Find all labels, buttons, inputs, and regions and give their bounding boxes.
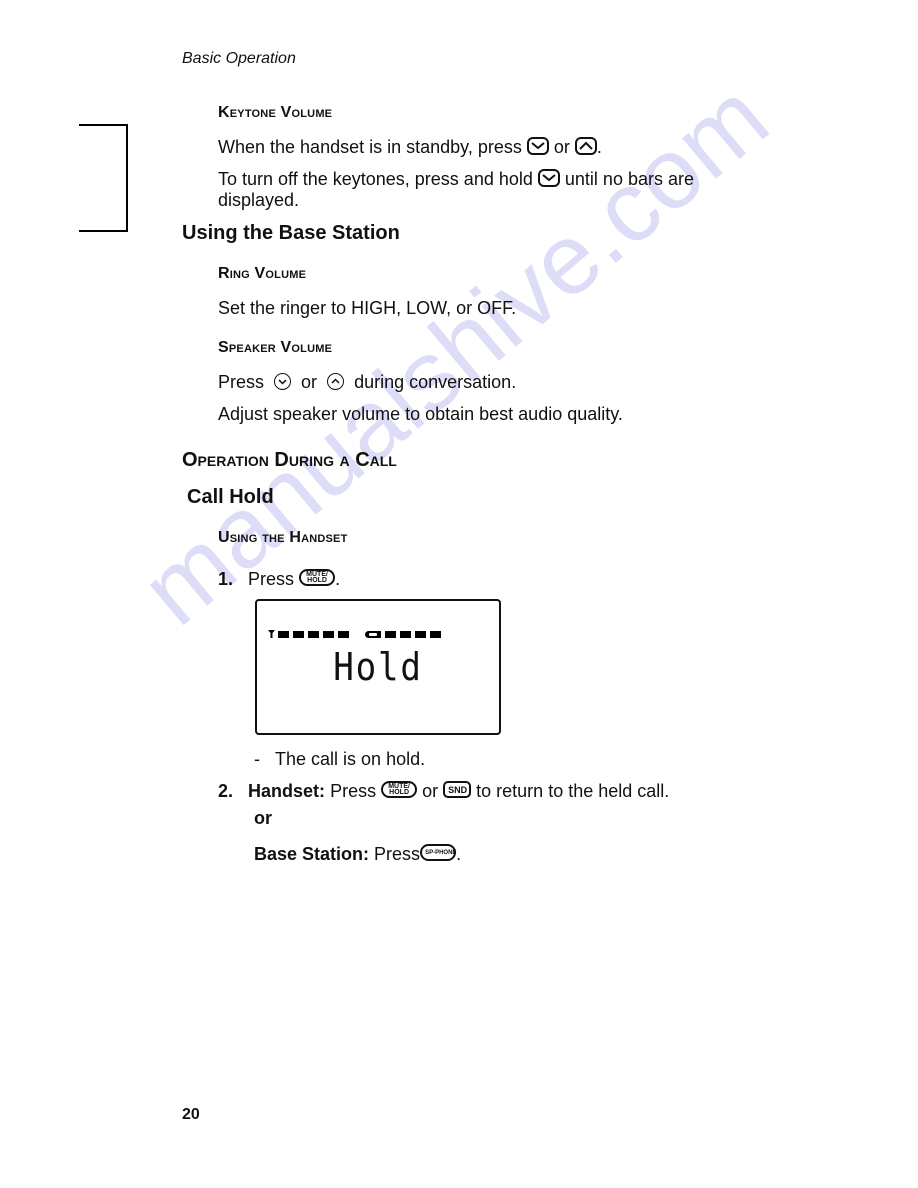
step-1: 1. Press MUTE/ HOLD .: [218, 568, 340, 590]
battery-bar: [415, 630, 426, 638]
speaker-or: or: [301, 372, 318, 392]
call-hold-heading: Call Hold: [187, 486, 274, 508]
battery-icon: [365, 630, 381, 638]
base-station-step: Base Station: Press SP-PHONE.: [254, 843, 461, 865]
step-2-press: Press: [330, 781, 377, 801]
battery-level-bars: [385, 630, 445, 638]
signal-bar: [308, 630, 319, 638]
battery-bar: [430, 630, 441, 638]
battery-bar: [385, 630, 396, 638]
round-up-key-icon: [327, 372, 345, 390]
mute-key-bottom-label: HOLD: [389, 789, 410, 797]
keytone-volume-heading: Keytone Volume: [218, 104, 333, 121]
down-arrow-key-icon: [537, 169, 560, 188]
signal-bar: [323, 630, 334, 638]
down-arrow-key-icon: [526, 137, 549, 156]
using-handset-heading: Using the Handset: [218, 529, 348, 546]
note-call-on-hold: - The call is on hold.: [254, 748, 425, 770]
keytone-period: .: [596, 137, 602, 157]
round-down-key-icon: [274, 372, 292, 390]
up-arrow-key-icon: [574, 137, 597, 156]
base-station-press: Press: [374, 844, 421, 864]
ring-volume-text: Set the ringer to HIGH, LOW, or OFF.: [218, 298, 517, 318]
mute-key-bottom-label: HOLD: [307, 577, 327, 585]
step-2-end: to return to the held call.: [476, 781, 670, 801]
mute-hold-key-icon: MUTE/ HOLD: [381, 781, 418, 799]
step-1-number: 1.: [218, 569, 234, 589]
running-head: Basic Operation: [182, 50, 296, 67]
base-station-heading: Using the Base Station: [182, 222, 400, 244]
note-bullet: -: [254, 749, 260, 769]
signal-bar: [338, 630, 349, 638]
keytone-line-3: displayed.: [218, 190, 300, 210]
keytone-line-2-text: To turn off the keytones, press and hold: [218, 169, 533, 189]
base-station-period: .: [456, 844, 462, 864]
keytone-line-2: To turn off the keytones, press and hold…: [218, 168, 694, 190]
step-1-period: .: [335, 569, 341, 589]
keytone-line-1: When the handset is in standby, press or…: [218, 136, 602, 158]
speaker-volume-heading: Speaker Volume: [218, 339, 333, 356]
sp-phone-key-icon: SP-PHONE: [420, 844, 456, 862]
antenna-icon: [268, 630, 275, 638]
speaker-volume-line-2: Adjust speaker volume to obtain best aud…: [218, 404, 623, 424]
step-1-press: Press: [248, 569, 295, 589]
step-2-number: 2.: [218, 781, 234, 801]
keytone-line-1-text: When the handset is in standby, press: [218, 137, 522, 157]
speaker-during: during conversation.: [354, 372, 517, 392]
or-separator: or: [254, 808, 272, 828]
base-station-label: Base Station:: [254, 844, 370, 864]
note-text: The call is on hold.: [275, 749, 426, 769]
signal-bar: [278, 630, 289, 638]
snd-key-icon: SND: [443, 781, 472, 799]
speaker-press: Press: [218, 372, 265, 392]
step-2: 2. Handset: Press MUTE/ HOLD or SND to r…: [218, 780, 669, 802]
mute-hold-key-icon: MUTE/ HOLD: [299, 569, 336, 587]
step-2-or: or: [422, 781, 439, 801]
keytone-or: or: [553, 137, 570, 157]
chapter-tab-bracket: [79, 124, 128, 232]
step-2-handset-label: Handset:: [248, 781, 326, 801]
lcd-status-row: [268, 630, 445, 638]
signal-bar: [293, 630, 304, 638]
battery-bar: [400, 630, 411, 638]
ring-volume-heading: Ring Volume: [218, 265, 307, 282]
lcd-hold-text: Hold: [333, 645, 423, 689]
operation-during-call-heading: Operation During a Call: [182, 449, 397, 471]
signal-strength-bars: [278, 630, 353, 638]
page-number: 20: [182, 1106, 200, 1123]
speaker-volume-line-1: Press or during conversation.: [218, 371, 516, 393]
keytone-line-2-end: until no bars are: [564, 169, 694, 189]
handset-lcd-display: Hold: [255, 599, 501, 735]
